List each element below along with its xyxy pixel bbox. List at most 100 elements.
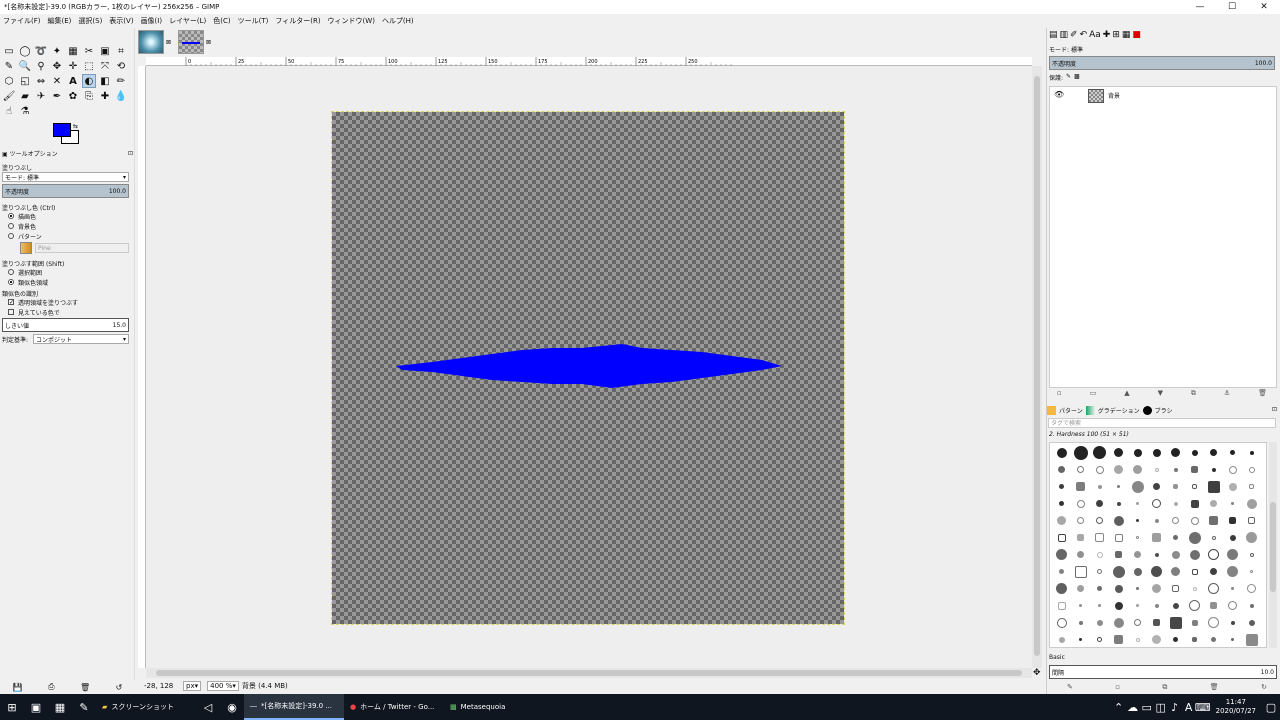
brush-preset[interactable]: [1173, 535, 1178, 540]
brush-preset[interactable]: [1246, 532, 1257, 543]
brush-preset[interactable]: [1192, 484, 1197, 489]
brush-preset[interactable]: [1056, 549, 1067, 560]
brush-preset[interactable]: [1173, 484, 1178, 489]
paintbrush-icon[interactable]: 🖌: [2, 89, 16, 103]
delete-brush-icon[interactable]: 🗑: [1210, 683, 1219, 692]
menu-select[interactable]: 選択(S): [78, 16, 102, 26]
free-select-icon[interactable]: ➰: [34, 44, 48, 58]
brush-preset[interactable]: [1136, 536, 1139, 539]
brush-preset[interactable]: [1097, 586, 1102, 591]
gradients-tab-icon[interactable]: [1085, 405, 1095, 415]
brush-preset[interactable]: [1097, 637, 1102, 642]
brush-preset[interactable]: [1188, 531, 1201, 544]
image-canvas[interactable]: [331, 111, 845, 625]
smudge-icon[interactable]: ☝: [2, 104, 16, 118]
brush-preset[interactable]: [1056, 583, 1067, 594]
foreground-color-swatch[interactable]: [53, 123, 71, 137]
brush-preset[interactable]: [1228, 465, 1237, 474]
layer-row[interactable]: 👁 背景: [1050, 87, 1276, 105]
calculator-icon[interactable]: ▦: [48, 694, 72, 720]
brush-preset[interactable]: [1173, 501, 1178, 506]
sample-points-tab-icon[interactable]: ⊞: [1112, 30, 1120, 40]
brush-preset[interactable]: [1113, 515, 1124, 526]
brush-preset[interactable]: [1133, 567, 1142, 576]
blend-icon[interactable]: ◧: [98, 74, 112, 88]
image-tab-1[interactable]: [138, 30, 164, 54]
brush-preset[interactable]: [1152, 584, 1161, 593]
text-icon[interactable]: A: [66, 74, 80, 88]
rect-select-icon[interactable]: ▭: [2, 44, 16, 58]
reset-options-icon[interactable]: ↺: [116, 683, 123, 692]
menu-edit[interactable]: 編集(E): [48, 16, 72, 26]
brush-scrollbar[interactable]: [1269, 442, 1277, 648]
brush-preset[interactable]: [1171, 448, 1180, 457]
brush-preset[interactable]: [1190, 499, 1199, 508]
brush-preset[interactable]: [1077, 585, 1084, 592]
brush-preset[interactable]: [1059, 501, 1064, 506]
brush-preset[interactable]: [1192, 586, 1197, 591]
brush-preset[interactable]: [1247, 584, 1256, 593]
new-group-icon[interactable]: ▭: [1090, 389, 1097, 398]
layer-opacity-slider[interactable]: 不透明度 100.0: [1049, 56, 1275, 70]
brush-preset[interactable]: [1227, 566, 1238, 577]
crop-icon[interactable]: ⌗: [114, 44, 128, 58]
flip-icon[interactable]: ⇔: [34, 74, 48, 88]
fill-fg-radio[interactable]: 描画色: [8, 211, 36, 221]
brush-preset[interactable]: [1076, 482, 1085, 491]
foreground-select-icon[interactable]: ▣: [98, 44, 112, 58]
brush-preset[interactable]: [1191, 449, 1198, 456]
panel-menu-icon[interactable]: ⊡: [1272, 406, 1277, 413]
brush-preset[interactable]: [1231, 587, 1234, 590]
brush-preset[interactable]: [1079, 638, 1082, 641]
brush-preset[interactable]: [1152, 635, 1161, 644]
brush-preset[interactable]: [1114, 635, 1123, 644]
brush-preset[interactable]: [1136, 587, 1139, 590]
brush-preset[interactable]: [1152, 448, 1161, 457]
brush-preset[interactable]: [1136, 519, 1139, 522]
brush-preset[interactable]: [1154, 467, 1159, 472]
brush-preset[interactable]: [1228, 601, 1237, 610]
brush-preset[interactable]: [1249, 484, 1254, 489]
warp-icon[interactable]: ⤧: [98, 59, 112, 73]
brush-preset[interactable]: [1154, 603, 1159, 608]
rotate-icon[interactable]: ⟲: [114, 59, 128, 73]
menu-layer[interactable]: レイヤー(L): [169, 16, 206, 26]
gradients-tab[interactable]: グラデーション: [1098, 406, 1140, 415]
duplicate-layer-icon[interactable]: ⧉: [1191, 389, 1196, 398]
brush-preset[interactable]: [1117, 485, 1120, 488]
align-icon[interactable]: ✛: [66, 59, 80, 73]
brush-preset[interactable]: [1246, 498, 1257, 509]
brush-preset[interactable]: [1077, 534, 1084, 541]
color-picker-icon[interactable]: ⚗: [18, 104, 32, 118]
brush-preset[interactable]: [1136, 502, 1139, 505]
fuzzy-select-icon[interactable]: ✦: [50, 44, 64, 58]
brush-preset[interactable]: [1073, 445, 1088, 460]
bucket-fill-icon[interactable]: ◐: [82, 74, 96, 88]
keyboard-icon[interactable]: ⌨: [1195, 694, 1211, 720]
battery-icon[interactable]: ▭: [1140, 694, 1154, 720]
brush-preset[interactable]: [1189, 600, 1200, 611]
brush-preset[interactable]: [1074, 565, 1087, 578]
taskbar-app-metasequoia[interactable]: ▩ Metasequoia: [444, 694, 544, 720]
brush-preset[interactable]: [1056, 617, 1067, 628]
zoom-select[interactable]: 400 % ▾: [207, 681, 239, 691]
brush-preset[interactable]: [1169, 616, 1182, 629]
brush-preset[interactable]: [1230, 620, 1235, 625]
unit-select[interactable]: px ▾: [183, 681, 202, 691]
refresh-brushes-icon[interactable]: ↻: [1261, 683, 1267, 692]
brush-preset[interactable]: [1191, 568, 1198, 575]
menu-file[interactable]: ファイル(F): [3, 16, 41, 26]
brush-preset[interactable]: [1249, 450, 1254, 455]
lock-alpha-icon[interactable]: ▩: [1074, 73, 1080, 82]
mypaint-brush-icon[interactable]: ✿: [66, 89, 80, 103]
brush-preset[interactable]: [1096, 500, 1103, 507]
brush-preset[interactable]: [1208, 549, 1219, 560]
unified-transform-icon[interactable]: ⬚: [82, 59, 96, 73]
brush-preset[interactable]: [1191, 619, 1198, 626]
cloud-icon[interactable]: ☁: [1126, 694, 1140, 720]
brush-preset[interactable]: [1112, 565, 1125, 578]
brush-preset[interactable]: [1113, 617, 1124, 628]
brush-preset[interactable]: [1058, 466, 1065, 473]
opacity-slider[interactable]: 不透明度 100.0: [2, 184, 129, 198]
ime-mode[interactable]: A: [1182, 694, 1196, 720]
